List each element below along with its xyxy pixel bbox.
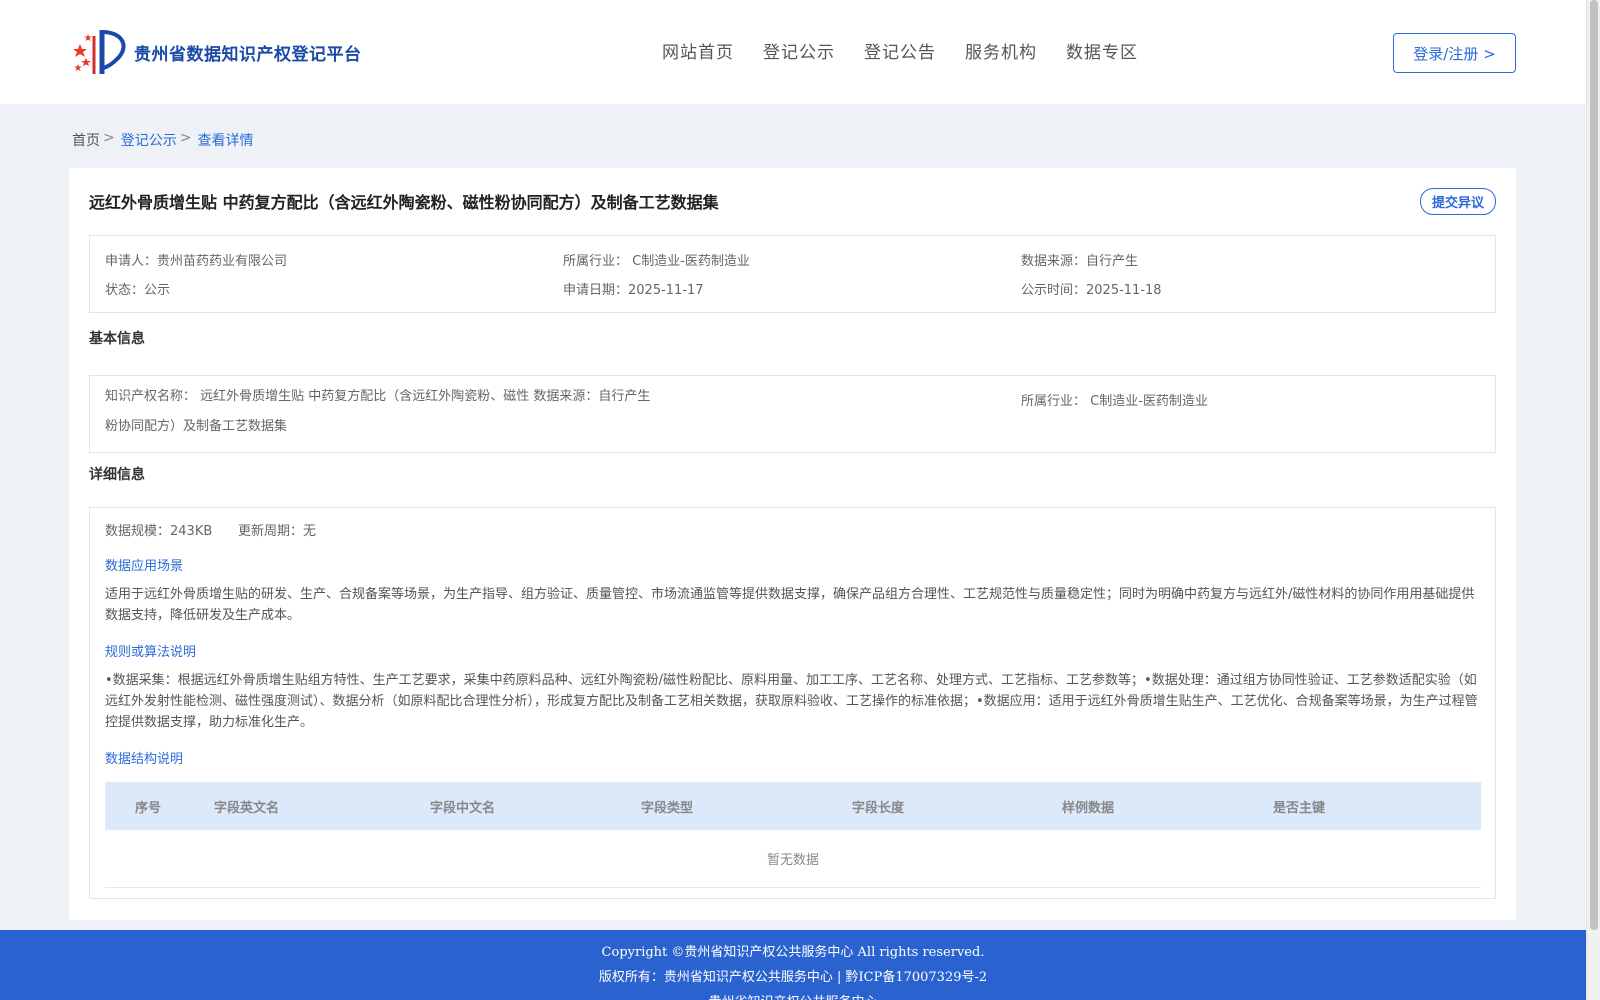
detail-info: 数据规模：243KB 更新周期：无 数据应用场景 适用于远红外骨质增生贴的研发、… [89,507,1496,899]
scrollbar-thumb[interactable] [1590,0,1598,930]
nav-home[interactable]: 网站首页 [662,38,734,63]
applicant: 申请人：贵州苗药药业有限公司 [105,254,288,269]
basic-industry: 所属行业： C制造业-医药制造业 [1021,394,1208,409]
basic-info-heading: 基本信息 [89,331,145,347]
nav-registration-announcement[interactable]: 登记公告 [864,38,936,63]
breadcrumb-current: 查看详情 [197,133,254,149]
col-field-cn: 字段中文名 [430,801,496,816]
nav-registration-publicity[interactable]: 登记公示 [763,38,835,63]
nav-data-zone[interactable]: 数据专区 [1066,38,1138,63]
industry: 所属行业： C制造业-医药制造业 [563,254,750,269]
detail-card: 远红外骨质增生贴 中药复方配比（含远红外陶瓷粉、磁性粉协同配方）及制备工艺数据集… [69,168,1516,920]
nav-service-agencies[interactable]: 服务机构 [965,38,1037,63]
brand[interactable]: 贵州省数据知识产权登记平台 [72,26,362,78]
scenario-heading: 数据应用场景 [105,559,184,574]
status: 状态：公示 [105,283,171,298]
breadcrumb-separator: > [103,130,115,146]
breadcrumb-home[interactable]: 首页 [72,130,100,150]
apply-date: 申请日期：2025-11-17 [563,283,704,298]
publish-time: 公示时间：2025-11-18 [1021,283,1162,298]
site-header: 贵州省数据知识产权登记平台 网站首页 登记公示 登记公告 服务机构 数据专区 登… [0,0,1586,104]
data-scale: 数据规模：243KB [105,524,213,539]
submit-objection-button[interactable]: 提交异议 [1420,188,1496,215]
table-empty: 暂无数据 [105,830,1481,888]
data-structure-table: 序号 字段英文名 字段中文名 字段类型 字段长度 样例数据 是否主键 暂无数据 [105,782,1481,888]
col-field-en: 字段英文名 [214,801,280,816]
col-field-type: 字段类型 [641,801,694,816]
footer-owner: 版权所有：贵州省知识产权公共服务中心 | 黔ICP备17007329号-2 [598,970,988,985]
col-field-length: 字段长度 [852,801,905,816]
basic-info: 知识产权名称： 远红外骨质增生贴 中药复方配比（含远红外陶瓷粉、磁性 数据来源：… [89,375,1496,453]
col-primary-key: 是否主键 [1273,801,1326,816]
rule-text: •数据采集：根据远红外骨质增生贴组方特性、生产工艺要求，采集中药原料品种、远红外… [105,673,1478,730]
footer-copyright: Copyright ©贵州省知识产权公共服务中心 All rights rese… [601,945,985,960]
dataset-title: 远红外骨质增生贴 中药复方配比（含远红外陶瓷粉、磁性粉协同配方）及制备工艺数据集 [89,193,719,212]
meta-summary: 申请人：贵州苗药药业有限公司 所属行业： C制造业-医药制造业 数据来源：自行产… [89,235,1496,313]
breadcrumb-registration-publicity[interactable]: 登记公示 [121,130,177,150]
update-cycle: 更新周期：无 [238,524,317,539]
data-source: 数据来源：自行产生 [1021,254,1139,269]
main-nav: 网站首页 登记公示 登记公告 服务机构 数据专区 [662,38,1167,63]
footer-org: 贵州省知识产权公共服务中心 [0,990,1586,1000]
rule-heading: 规则或算法说明 [105,645,197,660]
breadcrumb-separator: > [179,130,192,146]
brand-name: 贵州省数据知识产权登记平台 [134,44,362,65]
table-header: 序号 字段英文名 字段中文名 字段类型 字段长度 样例数据 是否主键 [105,782,1481,830]
login-register-button[interactable]: 登录/注册 > [1393,33,1516,73]
col-sample: 样例数据 [1062,801,1115,816]
structure-heading: 数据结构说明 [105,752,184,767]
page: 贵州省数据知识产权登记平台 网站首页 登记公示 登记公告 服务机构 数据专区 登… [0,0,1586,1000]
ip-name-line1: 知识产权名称： 远红外骨质增生贴 中药复方配比（含远红外陶瓷粉、磁性 数据来源：… [105,389,651,404]
page-scrollbar[interactable] [1586,0,1600,1000]
scenario-text: 适用于远红外骨质增生贴的研发、生产、合规备案等场景，为生产指导、组方验证、质量管… [105,587,1475,623]
col-index: 序号 [135,801,162,816]
detail-info-heading: 详细信息 [89,467,145,483]
breadcrumb: 首页 > 登记公示 > 查看详情 [72,130,253,150]
ip-name-line2: 粉协同配方）及制备工艺数据集 [105,419,288,434]
site-footer: Copyright ©贵州省知识产权公共服务中心 All rights rese… [0,930,1586,1000]
platform-logo-icon [72,26,130,78]
